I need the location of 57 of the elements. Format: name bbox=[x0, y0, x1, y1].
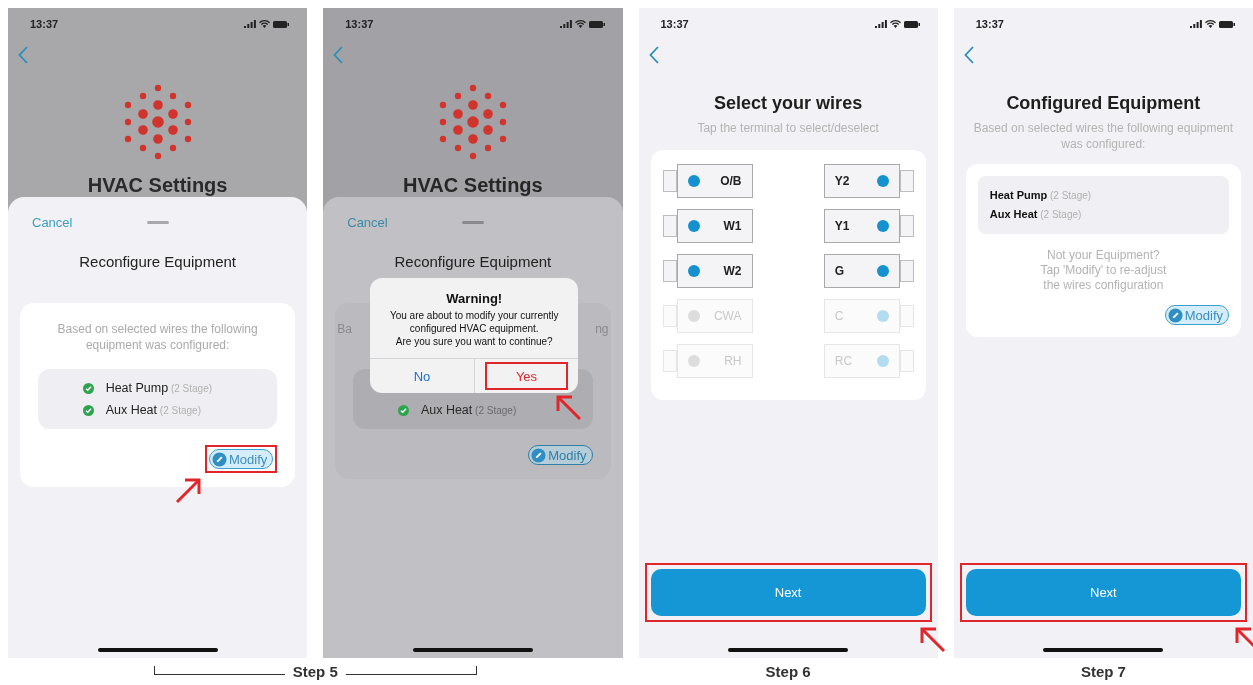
wifi-icon bbox=[259, 20, 271, 28]
alert-title: Warning! bbox=[446, 291, 503, 306]
cancel-link[interactable]: Cancel bbox=[347, 214, 388, 230]
battery-icon bbox=[1219, 20, 1235, 28]
screen-title: Select your wires bbox=[713, 92, 864, 114]
step-caption: Step 7 bbox=[1080, 663, 1126, 680]
signal-icon bbox=[244, 20, 257, 28]
battery-icon bbox=[903, 20, 920, 28]
screen-subtitle: Based on selected wires the following equipment was configured: bbox=[972, 120, 1235, 152]
pencil-icon bbox=[531, 447, 547, 463]
wifi-icon bbox=[1205, 20, 1216, 28]
equipment-item: Heat Pump (2 Stage) bbox=[989, 188, 1093, 203]
sheet-grabber[interactable] bbox=[147, 221, 169, 224]
check-icon bbox=[82, 382, 94, 394]
step-caption: Step 5 bbox=[292, 663, 338, 680]
equipment-item: Aux Heat (2 Stage) bbox=[420, 403, 517, 417]
back-icon[interactable] bbox=[333, 46, 344, 64]
sheet-grabber[interactable] bbox=[462, 221, 485, 224]
back-icon[interactable] bbox=[18, 46, 28, 64]
screen-title: HVAC Settings bbox=[403, 173, 543, 197]
confirm-button[interactable]: Yes bbox=[487, 364, 566, 388]
next-button[interactable]: Next bbox=[650, 569, 926, 616]
modify-button[interactable]: Modify bbox=[1164, 305, 1229, 325]
signal-icon bbox=[874, 20, 887, 28]
pencil-icon bbox=[211, 451, 227, 467]
equipment-item: Heat Pump (2 Stage) bbox=[105, 381, 213, 395]
screen-title: HVAC Settings bbox=[87, 173, 228, 197]
back-icon[interactable] bbox=[963, 46, 974, 64]
status-time: 13:37 bbox=[660, 18, 689, 30]
modify-button[interactable]: Modify bbox=[208, 449, 274, 469]
check-icon bbox=[82, 404, 94, 416]
signal-icon bbox=[559, 20, 572, 28]
step-caption: Step 6 bbox=[765, 663, 811, 680]
battery-icon bbox=[588, 20, 605, 28]
cancel-button[interactable]: No bbox=[370, 364, 474, 388]
modify-button[interactable]: Modify bbox=[528, 445, 593, 465]
wifi-icon bbox=[889, 20, 901, 28]
next-button[interactable]: Next bbox=[965, 569, 1241, 616]
screen-subtitle: Tap the terminal to select/deselect bbox=[696, 120, 880, 136]
alert-message: You are about to modify your currently configured HVAC equipment. Are you sure you want to continue? bbox=[388, 309, 560, 348]
status-time: 13:37 bbox=[345, 18, 374, 30]
screen-title: Configured Equipment bbox=[1005, 92, 1202, 114]
equipment-item: Aux Heat (2 Stage) bbox=[989, 207, 1083, 222]
cancel-link[interactable]: Cancel bbox=[32, 214, 73, 230]
sheet-title: Reconfigure Equipment bbox=[393, 253, 553, 271]
back-icon[interactable] bbox=[648, 46, 659, 64]
description-text: Based on selected wires the following equipment was configured: bbox=[56, 321, 259, 353]
sheet-title: Reconfigure Equipment bbox=[78, 253, 237, 271]
wifi-icon bbox=[574, 20, 586, 28]
check-icon bbox=[397, 404, 409, 416]
status-time: 13:37 bbox=[975, 18, 1004, 30]
equipment-item: Aux Heat (2 Stage) bbox=[105, 403, 201, 417]
help-text: Not your Equipment? Tap 'Modify' to re-adjust the wires configuration bbox=[1039, 248, 1168, 293]
signal-icon bbox=[1190, 20, 1202, 28]
battery-icon bbox=[273, 20, 290, 28]
pencil-icon bbox=[1167, 307, 1183, 323]
status-time: 13:37 bbox=[30, 18, 59, 30]
